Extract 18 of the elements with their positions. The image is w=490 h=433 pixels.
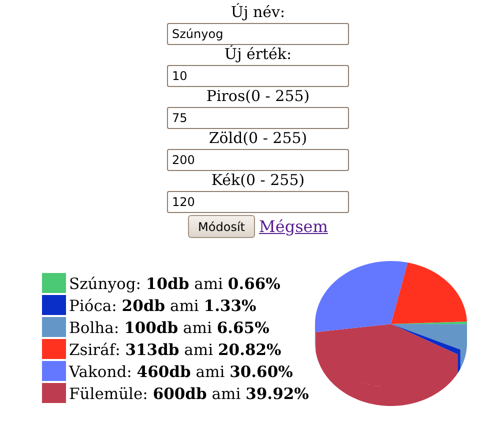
input-field[interactable]: 10 [167, 65, 349, 87]
field-label: Új érték: [224, 45, 292, 63]
input-field[interactable]: 120 [167, 191, 349, 213]
input-field[interactable]: 200 [167, 149, 349, 171]
legend-text: Szúnyog: 10db ami 0.66% [69, 274, 280, 292]
submit-button[interactable]: Módosít [188, 215, 255, 238]
legend-text: Bolha: 100db ami 6.65% [69, 318, 270, 336]
field-label: Piros(0 - 255) [206, 87, 310, 105]
cancel-link[interactable]: Mégsem [259, 217, 328, 236]
legend-text: Vakond: 460db ami 30.60% [69, 362, 293, 380]
field-label: Új név: [230, 3, 286, 21]
input-field[interactable]: 75 [167, 107, 349, 129]
legend-text: Zsiráf: 313db ami 20.82% [69, 340, 282, 358]
legend-text: Fülemüle: 600db ami 39.92% [69, 384, 309, 402]
legend-text: Pióca: 20db ami 1.33% [69, 296, 256, 314]
field-label: Zöld(0 - 255) [208, 129, 308, 147]
field-label: Kék(0 - 255) [211, 171, 305, 189]
input-field[interactable]: Szúnyog [167, 23, 349, 45]
